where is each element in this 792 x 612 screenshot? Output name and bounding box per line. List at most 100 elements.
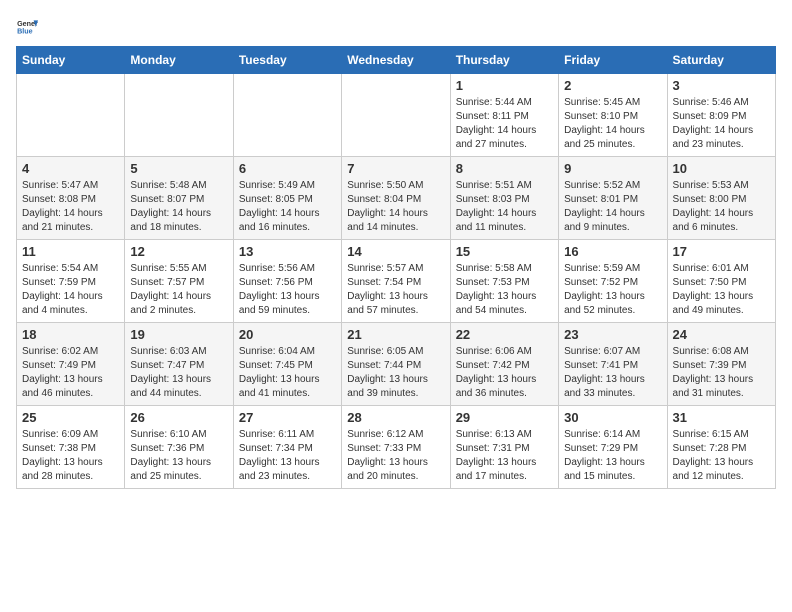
cell-info-text: Sunrise: 5:51 AMSunset: 8:03 PMDaylight:… <box>456 179 553 235</box>
calendar-week-row: 18 Sunrise: 6:02 AMSunset: 7:49 PMDayligh… <box>17 323 776 406</box>
calendar-cell: 10 Sunrise: 5:53 AMSunset: 8:00 PMDayligh… <box>667 157 775 240</box>
cell-info-text: Sunrise: 6:12 AMSunset: 7:33 PMDaylight:… <box>347 428 444 484</box>
cell-date-number: 4 <box>22 161 119 176</box>
cell-date-number: 1 <box>456 78 553 93</box>
calendar-cell <box>17 74 125 157</box>
logo: General Blue <box>16 16 38 38</box>
calendar-cell: 7 Sunrise: 5:50 AMSunset: 8:04 PMDaylight… <box>342 157 450 240</box>
calendar-cell <box>125 74 233 157</box>
cell-date-number: 28 <box>347 410 444 425</box>
calendar-cell: 9Sunrise: 5:52 AMSunset: 8:01 PMDaylight… <box>559 157 667 240</box>
cell-info-text: Sunrise: 5:45 AMSunset: 8:10 PMDaylight:… <box>564 96 661 152</box>
col-header-tuesday: Tuesday <box>233 47 341 74</box>
cell-date-number: 29 <box>456 410 553 425</box>
cell-date-number: 25 <box>22 410 119 425</box>
cell-info-text: Sunrise: 5:58 AMSunset: 7:53 PMDaylight:… <box>456 262 553 318</box>
cell-info-text: Sunrise: 5:59 AMSunset: 7:52 PMDaylight:… <box>564 262 661 318</box>
cell-info-text: Sunrise: 5:47 AMSunset: 8:08 PMDaylight:… <box>22 179 119 235</box>
calendar-cell: 12 Sunrise: 5:55 AMSunset: 7:57 PMDayligh… <box>125 240 233 323</box>
calendar-cell <box>233 74 341 157</box>
calendar-cell: 6 Sunrise: 5:49 AMSunset: 8:05 PMDaylight… <box>233 157 341 240</box>
cell-info-text: Sunrise: 5:55 AMSunset: 7:57 PMDaylight:… <box>130 262 227 318</box>
calendar-cell <box>342 74 450 157</box>
cell-date-number: 27 <box>239 410 336 425</box>
col-header-thursday: Thursday <box>450 47 558 74</box>
calendar-cell: 11 Sunrise: 5:54 AMSunset: 7:59 PMDayligh… <box>17 240 125 323</box>
cell-date-number: 15 <box>456 244 553 259</box>
calendar-cell: 30 Sunrise: 6:14 AMSunset: 7:29 PMDayligh… <box>559 406 667 489</box>
calendar-week-row: 1Sunrise: 5:44 AMSunset: 8:11 PMDaylight… <box>17 74 776 157</box>
calendar-cell: 4 Sunrise: 5:47 AMSunset: 8:08 PMDaylight… <box>17 157 125 240</box>
calendar-cell: 31Sunrise: 6:15 AMSunset: 7:28 PMDayligh… <box>667 406 775 489</box>
cell-info-text: Sunrise: 6:04 AMSunset: 7:45 PMDaylight:… <box>239 345 336 401</box>
cell-date-number: 13 <box>239 244 336 259</box>
calendar-week-row: 11 Sunrise: 5:54 AMSunset: 7:59 PMDayligh… <box>17 240 776 323</box>
cell-info-text: Sunrise: 5:50 AMSunset: 8:04 PMDaylight:… <box>347 179 444 235</box>
calendar-cell: 14 Sunrise: 5:57 AMSunset: 7:54 PMDayligh… <box>342 240 450 323</box>
col-header-sunday: Sunday <box>17 47 125 74</box>
cell-date-number: 19 <box>130 327 227 342</box>
cell-date-number: 22 <box>456 327 553 342</box>
cell-date-number: 18 <box>22 327 119 342</box>
calendar-cell: 5 Sunrise: 5:48 AMSunset: 8:07 PMDaylight… <box>125 157 233 240</box>
cell-info-text: Sunrise: 6:10 AMSunset: 7:36 PMDaylight:… <box>130 428 227 484</box>
cell-date-number: 2 <box>564 78 661 93</box>
cell-date-number: 16 <box>564 244 661 259</box>
cell-info-text: Sunrise: 6:11 AMSunset: 7:34 PMDaylight:… <box>239 428 336 484</box>
cell-info-text: Sunrise: 5:48 AMSunset: 8:07 PMDaylight:… <box>130 179 227 235</box>
calendar-cell: 17Sunrise: 6:01 AMSunset: 7:50 PMDayligh… <box>667 240 775 323</box>
cell-date-number: 5 <box>130 161 227 176</box>
col-header-wednesday: Wednesday <box>342 47 450 74</box>
calendar-cell: 29 Sunrise: 6:13 AMSunset: 7:31 PMDayligh… <box>450 406 558 489</box>
calendar-cell: 28 Sunrise: 6:12 AMSunset: 7:33 PMDayligh… <box>342 406 450 489</box>
cell-date-number: 23 <box>564 327 661 342</box>
cell-date-number: 7 <box>347 161 444 176</box>
calendar-cell: 15 Sunrise: 5:58 AMSunset: 7:53 PMDayligh… <box>450 240 558 323</box>
cell-date-number: 14 <box>347 244 444 259</box>
cell-info-text: Sunrise: 6:06 AMSunset: 7:42 PMDaylight:… <box>456 345 553 401</box>
calendar-cell: 8 Sunrise: 5:51 AMSunset: 8:03 PMDaylight… <box>450 157 558 240</box>
svg-text:Blue: Blue <box>17 28 33 36</box>
cell-info-text: Sunrise: 5:53 AMSunset: 8:00 PMDaylight:… <box>673 179 770 235</box>
cell-info-text: Sunrise: 5:49 AMSunset: 8:05 PMDaylight:… <box>239 179 336 235</box>
cell-info-text: Sunrise: 6:14 AMSunset: 7:29 PMDaylight:… <box>564 428 661 484</box>
cell-date-number: 12 <box>130 244 227 259</box>
calendar-cell: 1Sunrise: 5:44 AMSunset: 8:11 PMDaylight… <box>450 74 558 157</box>
calendar-header-row: SundayMondayTuesdayWednesdayThursdayFrid… <box>17 47 776 74</box>
cell-info-text: Sunrise: 5:52 AMSunset: 8:01 PMDaylight:… <box>564 179 661 235</box>
calendar-cell: 13Sunrise: 5:56 AMSunset: 7:56 PMDayligh… <box>233 240 341 323</box>
calendar-cell: 21Sunrise: 6:05 AMSunset: 7:44 PMDayligh… <box>342 323 450 406</box>
cell-date-number: 24 <box>673 327 770 342</box>
calendar-cell: 23 Sunrise: 6:07 AMSunset: 7:41 PMDayligh… <box>559 323 667 406</box>
cell-info-text: Sunrise: 6:09 AMSunset: 7:38 PMDaylight:… <box>22 428 119 484</box>
calendar-cell: 16 Sunrise: 5:59 AMSunset: 7:52 PMDayligh… <box>559 240 667 323</box>
calendar-week-row: 25 Sunrise: 6:09 AMSunset: 7:38 PMDayligh… <box>17 406 776 489</box>
cell-date-number: 8 <box>456 161 553 176</box>
cell-info-text: Sunrise: 6:07 AMSunset: 7:41 PMDaylight:… <box>564 345 661 401</box>
cell-info-text: Sunrise: 5:54 AMSunset: 7:59 PMDaylight:… <box>22 262 119 318</box>
calendar-cell: 26 Sunrise: 6:10 AMSunset: 7:36 PMDayligh… <box>125 406 233 489</box>
calendar-cell: 20Sunrise: 6:04 AMSunset: 7:45 PMDayligh… <box>233 323 341 406</box>
calendar-cell: 18 Sunrise: 6:02 AMSunset: 7:49 PMDayligh… <box>17 323 125 406</box>
cell-info-text: Sunrise: 5:57 AMSunset: 7:54 PMDaylight:… <box>347 262 444 318</box>
cell-info-text: Sunrise: 6:02 AMSunset: 7:49 PMDaylight:… <box>22 345 119 401</box>
cell-date-number: 10 <box>673 161 770 176</box>
calendar-cell: 3Sunrise: 5:46 AMSunset: 8:09 PMDaylight… <box>667 74 775 157</box>
logo-icon: General Blue <box>16 16 38 38</box>
cell-info-text: Sunrise: 6:05 AMSunset: 7:44 PMDaylight:… <box>347 345 444 401</box>
cell-info-text: Sunrise: 6:03 AMSunset: 7:47 PMDaylight:… <box>130 345 227 401</box>
cell-date-number: 11 <box>22 244 119 259</box>
col-header-monday: Monday <box>125 47 233 74</box>
cell-date-number: 6 <box>239 161 336 176</box>
cell-info-text: Sunrise: 6:08 AMSunset: 7:39 PMDaylight:… <box>673 345 770 401</box>
calendar-week-row: 4 Sunrise: 5:47 AMSunset: 8:08 PMDaylight… <box>17 157 776 240</box>
cell-info-text: Sunrise: 6:13 AMSunset: 7:31 PMDaylight:… <box>456 428 553 484</box>
calendar-cell: 22 Sunrise: 6:06 AMSunset: 7:42 PMDayligh… <box>450 323 558 406</box>
col-header-saturday: Saturday <box>667 47 775 74</box>
cell-info-text: Sunrise: 6:15 AMSunset: 7:28 PMDaylight:… <box>673 428 770 484</box>
calendar-cell: 25 Sunrise: 6:09 AMSunset: 7:38 PMDayligh… <box>17 406 125 489</box>
cell-date-number: 3 <box>673 78 770 93</box>
cell-date-number: 30 <box>564 410 661 425</box>
calendar-table: SundayMondayTuesdayWednesdayThursdayFrid… <box>16 46 776 489</box>
cell-date-number: 26 <box>130 410 227 425</box>
